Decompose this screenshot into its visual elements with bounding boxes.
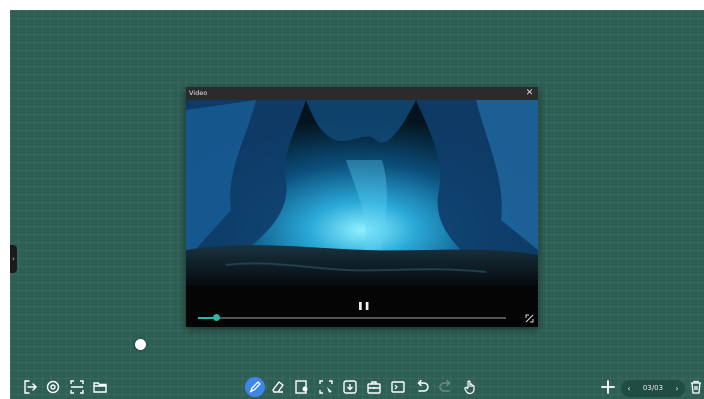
- pointer-cursor: [135, 339, 146, 350]
- hand-icon[interactable]: [462, 379, 478, 395]
- settings-icon[interactable]: [45, 379, 61, 395]
- page-navigator: ‹ 03/03 ›: [621, 380, 685, 397]
- chevron-right-icon: ›: [12, 255, 15, 263]
- side-panel-toggle[interactable]: ›: [10, 245, 17, 273]
- chevron-right-icon[interactable]: ›: [672, 380, 682, 397]
- video-title: Video: [189, 89, 208, 97]
- capture-icon[interactable]: [69, 379, 85, 395]
- video-content-image: [186, 100, 538, 286]
- select-icon[interactable]: [318, 379, 334, 395]
- delete-icon[interactable]: [688, 379, 704, 395]
- exit-icon[interactable]: [22, 379, 38, 395]
- close-icon[interactable]: ✕: [524, 87, 535, 100]
- shape-icon[interactable]: [294, 379, 310, 395]
- fullscreen-icon[interactable]: [525, 314, 534, 323]
- add-page-icon[interactable]: [600, 379, 616, 395]
- video-progress-bar[interactable]: [198, 314, 506, 321]
- pen-icon[interactable]: [245, 377, 265, 397]
- download-icon[interactable]: [342, 379, 358, 395]
- screen-icon[interactable]: [390, 379, 406, 395]
- redo-icon[interactable]: [438, 379, 454, 395]
- undo-icon[interactable]: [414, 379, 430, 395]
- page-indicator: 03/03: [642, 384, 664, 392]
- eraser-icon[interactable]: [270, 379, 286, 395]
- folder-icon[interactable]: [92, 379, 108, 395]
- pause-icon[interactable]: ❚❚: [357, 301, 370, 311]
- video-titlebar[interactable]: Video ✕: [186, 87, 538, 100]
- chevron-left-icon[interactable]: ‹: [624, 380, 634, 397]
- toolbox-icon[interactable]: [366, 379, 382, 395]
- video-window: Video ✕ ❚❚: [186, 87, 538, 327]
